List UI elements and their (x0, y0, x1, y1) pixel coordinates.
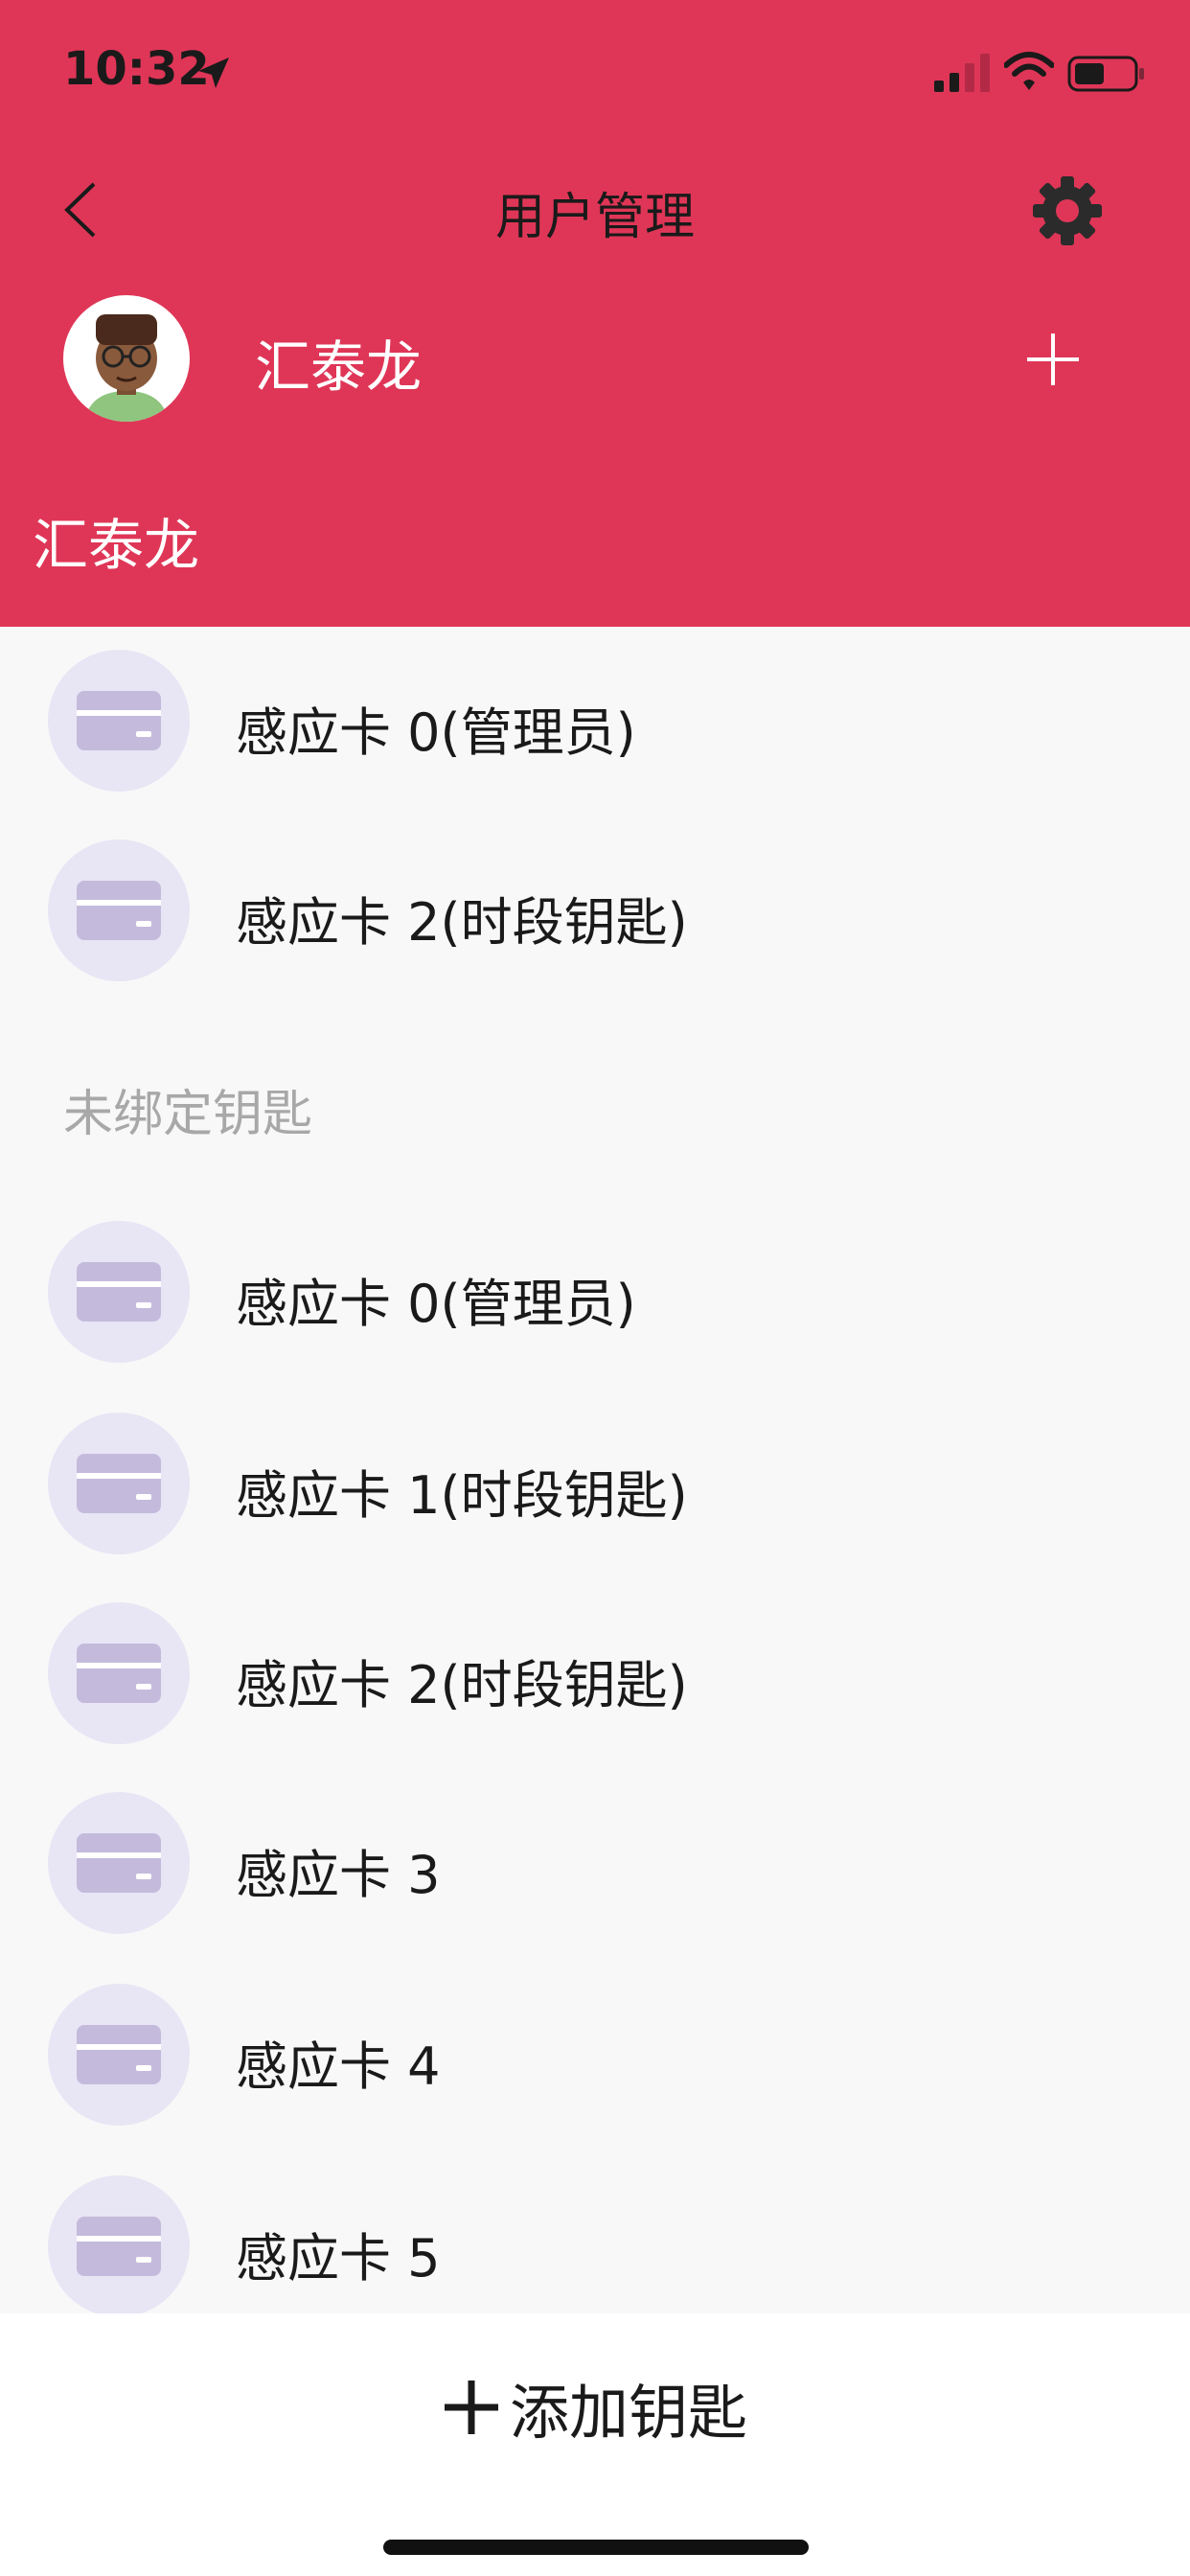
key-label: 感应卡 5 (236, 2228, 441, 2288)
add-key-label: 添加钥匙 (509, 2378, 747, 2448)
avatar (63, 295, 190, 422)
card-icon (77, 2025, 161, 2084)
cellular-signal-icon (934, 54, 990, 92)
page-title: 用户管理 (494, 189, 695, 246)
add-key-button[interactable]: 添加钥匙 (0, 2356, 1190, 2459)
card-icon (77, 1833, 161, 1893)
card-icon (77, 691, 161, 750)
card-icon-circle (48, 1984, 190, 2126)
list-item[interactable]: 感应卡 1(时段钥匙) (0, 1413, 1190, 1556)
location-arrow-icon (198, 58, 229, 88)
card-icon (77, 1644, 161, 1703)
plus-icon[interactable] (1023, 330, 1083, 389)
card-icon-circle (48, 2175, 190, 2317)
key-label: 感应卡 4 (236, 2036, 441, 2097)
list-item[interactable]: 感应卡 2(时段钥匙) (0, 840, 1190, 983)
key-label: 感应卡 3 (236, 1845, 441, 1905)
key-label: 感应卡 2(时段钥匙) (236, 1655, 688, 1715)
list-item[interactable]: 感应卡 4 (0, 1984, 1190, 2128)
key-label: 感应卡 2(时段钥匙) (236, 892, 688, 953)
user-name: 汇泰龙 (255, 334, 423, 400)
list-item[interactable]: 感应卡 0(管理员) (0, 650, 1190, 794)
plus-icon (444, 2380, 498, 2434)
list-item[interactable]: 感应卡 5 (0, 2175, 1190, 2319)
key-label: 感应卡 1(时段钥匙) (236, 1465, 688, 1526)
header: 10:32 用户管理 汇泰龙 汇泰龙 (0, 0, 1190, 627)
gear-icon[interactable] (1029, 172, 1106, 249)
card-icon-circle (48, 1221, 190, 1363)
unbound-section-title: 未绑定钥匙 (63, 1086, 313, 1143)
card-icon-circle (48, 1413, 190, 1554)
card-icon (77, 1262, 161, 1322)
list-item[interactable]: 感应卡 2(时段钥匙) (0, 1602, 1190, 1746)
card-icon-circle (48, 840, 190, 981)
battery-icon (1067, 56, 1144, 92)
key-label: 感应卡 0(管理员) (236, 702, 636, 763)
card-icon (77, 881, 161, 940)
list-item[interactable]: 感应卡 3 (0, 1792, 1190, 1936)
card-icon-circle (48, 1792, 190, 1934)
list-item[interactable]: 感应卡 0(管理员) (0, 1221, 1190, 1365)
wifi-icon (1004, 52, 1054, 90)
footer: 添加钥匙 (0, 2313, 1190, 2576)
key-label: 感应卡 0(管理员) (236, 1274, 636, 1334)
section-title: 汇泰龙 (33, 513, 200, 578)
status-time: 10:32 (63, 42, 210, 96)
card-icon-circle (48, 650, 190, 792)
card-icon (77, 1454, 161, 1513)
home-indicator (383, 2540, 809, 2555)
card-icon-circle (48, 1602, 190, 1744)
card-icon (77, 2217, 161, 2276)
